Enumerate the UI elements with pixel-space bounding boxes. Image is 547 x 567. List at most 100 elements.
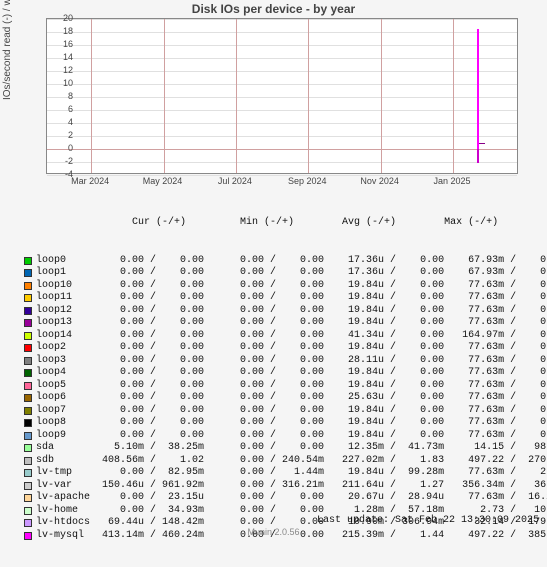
legend-row: loop12 0.00 / 0.00 0.00 / 0.00 19.84u / … [24,305,530,318]
legend-table: Cur (-/+) Min (-/+) Avg (-/+) Max (-/+) … [24,192,530,567]
legend-label: loop9 0.00 / 0.00 0.00 / 0.00 19.84u / 0… [36,430,547,443]
legend-swatch [24,332,32,340]
gridline-h [47,162,517,163]
legend-swatch [24,494,32,502]
legend-row: loop2 0.00 / 0.00 0.00 / 0.00 19.84u / 0… [24,342,530,355]
legend-label: loop0 0.00 / 0.00 0.00 / 0.00 17.36u / 0… [36,255,547,268]
legend-label: loop4 0.00 / 0.00 0.00 / 0.00 19.84u / 0… [36,367,547,380]
gridline-h [47,45,517,46]
gridline-v [381,19,382,173]
y-axis-label: IOs/second read (-) / write (+) [2,0,13,100]
x-tick: May 2024 [133,176,193,186]
legend-label: loop6 0.00 / 0.00 0.00 / 0.00 25.63u / 0… [36,392,547,405]
gridline-h [47,110,517,111]
gridline-h [47,97,517,98]
y-tick: 16 [47,39,73,49]
data-spike [477,29,479,151]
y-tick: 6 [47,104,73,114]
gridline-h [47,32,517,33]
legend-swatch [24,419,32,427]
gridline-h [47,136,517,137]
y-tick: 4 [47,117,73,127]
legend-label: sda 5.10m / 38.25m 0.00 / 0.00 12.35m / … [36,442,547,455]
legend-swatch [24,457,32,465]
legend-swatch [24,307,32,315]
legend-swatch [24,282,32,290]
y-tick: 2 [47,130,73,140]
gridline-v [164,19,165,173]
legend-label: sdb 408.56m / 1.02 0.00 / 240.54m 227.02… [36,455,547,468]
legend-label: loop11 0.00 / 0.00 0.00 / 0.00 19.84u / … [36,292,547,305]
legend-swatch [24,357,32,365]
legend-swatch [24,432,32,440]
legend-row: loop13 0.00 / 0.00 0.00 / 0.00 19.84u / … [24,317,530,330]
legend-swatch [24,407,32,415]
chart-title: Disk IOs per device - by year [0,2,547,16]
legend-label: loop14 0.00 / 0.00 0.00 / 0.00 41.34u / … [36,330,547,343]
gridline-v [308,19,309,173]
gridline-h [47,123,517,124]
x-tick: Mar 2024 [60,176,120,186]
legend-label: loop3 0.00 / 0.00 0.00 / 0.00 28.11u / 0… [36,355,547,368]
legend-row: loop11 0.00 / 0.00 0.00 / 0.00 19.84u / … [24,292,530,305]
legend-row: lv-var 150.46u / 961.92m 0.00 / 316.21m … [24,480,530,493]
legend-row: lv-tmp 0.00 / 82.95m 0.00 / 1.44m 19.84u… [24,467,530,480]
legend-swatch [24,319,32,327]
legend-label: lv-tmp 0.00 / 82.95m 0.00 / 1.44m 19.84u… [36,467,547,480]
legend-row: loop14 0.00 / 0.00 0.00 / 0.00 41.34u / … [24,330,530,343]
plot-area [46,18,518,174]
legend-swatch [24,344,32,352]
legend-label: loop12 0.00 / 0.00 0.00 / 0.00 19.84u / … [36,305,547,318]
x-tick: Jan 2025 [422,176,482,186]
gridline-h [47,71,517,72]
chart-container: Disk IOs per device - by year IOs/second… [0,0,547,539]
legend-swatch [24,294,32,302]
data-tail [479,143,485,153]
legend-label: lv-apache 0.00 / 23.15u 0.00 / 0.00 20.6… [36,492,547,505]
gridline-v [453,19,454,173]
x-tick: Sep 2024 [277,176,337,186]
legend-label: loop8 0.00 / 0.00 0.00 / 0.00 19.84u / 0… [36,417,547,430]
legend-row: sdb 408.56m / 1.02 0.00 / 240.54m 227.02… [24,455,530,468]
legend-row: loop8 0.00 / 0.00 0.00 / 0.00 19.84u / 0… [24,417,530,430]
legend-row: loop4 0.00 / 0.00 0.00 / 0.00 19.84u / 0… [24,367,530,380]
legend-swatch [24,369,32,377]
legend-label: loop5 0.00 / 0.00 0.00 / 0.00 19.84u / 0… [36,380,547,393]
legend-row: loop0 0.00 / 0.00 0.00 / 0.00 17.36u / 0… [24,255,530,268]
legend-label: loop10 0.00 / 0.00 0.00 / 0.00 19.84u / … [36,280,547,293]
legend-swatch [24,482,32,490]
legend-swatch [24,444,32,452]
gridline-h [47,19,517,20]
legend-swatch [24,257,32,265]
legend-row: loop1 0.00 / 0.00 0.00 / 0.00 17.36u / 0… [24,267,530,280]
legend-swatch [24,507,32,515]
x-tick: Jul 2024 [205,176,265,186]
legend-row: loop10 0.00 / 0.00 0.00 / 0.00 19.84u / … [24,280,530,293]
legend-label: loop13 0.00 / 0.00 0.00 / 0.00 19.84u / … [36,317,547,330]
legend-swatch [24,269,32,277]
y-tick: 8 [47,91,73,101]
gridline-h [47,58,517,59]
legend-row: loop3 0.00 / 0.00 0.00 / 0.00 28.11u / 0… [24,355,530,368]
legend-row: loop6 0.00 / 0.00 0.00 / 0.00 25.63u / 0… [24,392,530,405]
y-tick: 20 [47,13,73,23]
legend-swatch [24,469,32,477]
legend-row: loop5 0.00 / 0.00 0.00 / 0.00 19.84u / 0… [24,380,530,393]
x-tick: Nov 2024 [350,176,410,186]
gridline-h [47,84,517,85]
y-tick: -2 [47,156,73,166]
legend-label: loop7 0.00 / 0.00 0.00 / 0.00 19.84u / 0… [36,405,547,418]
y-tick: 12 [47,65,73,75]
legend-swatch [24,394,32,402]
last-update-text: Last update: Sat Feb 22 13:30:09 2025 [317,515,539,526]
legend-row: sda 5.10m / 38.25m 0.00 / 0.00 12.35m / … [24,442,530,455]
legend-header: Cur (-/+) Min (-/+) Avg (-/+) Max (-/+) [36,217,530,230]
y-tick: 10 [47,78,73,88]
legend-label: loop1 0.00 / 0.00 0.00 / 0.00 17.36u / 0… [36,267,547,280]
y-tick: 18 [47,26,73,36]
footer-text: Munin 2.0.56 [0,527,547,537]
gridline-v [236,19,237,173]
legend-row: loop7 0.00 / 0.00 0.00 / 0.00 19.84u / 0… [24,405,530,418]
legend-label: loop2 0.00 / 0.00 0.00 / 0.00 19.84u / 0… [36,342,547,355]
gridline-h [47,149,517,150]
